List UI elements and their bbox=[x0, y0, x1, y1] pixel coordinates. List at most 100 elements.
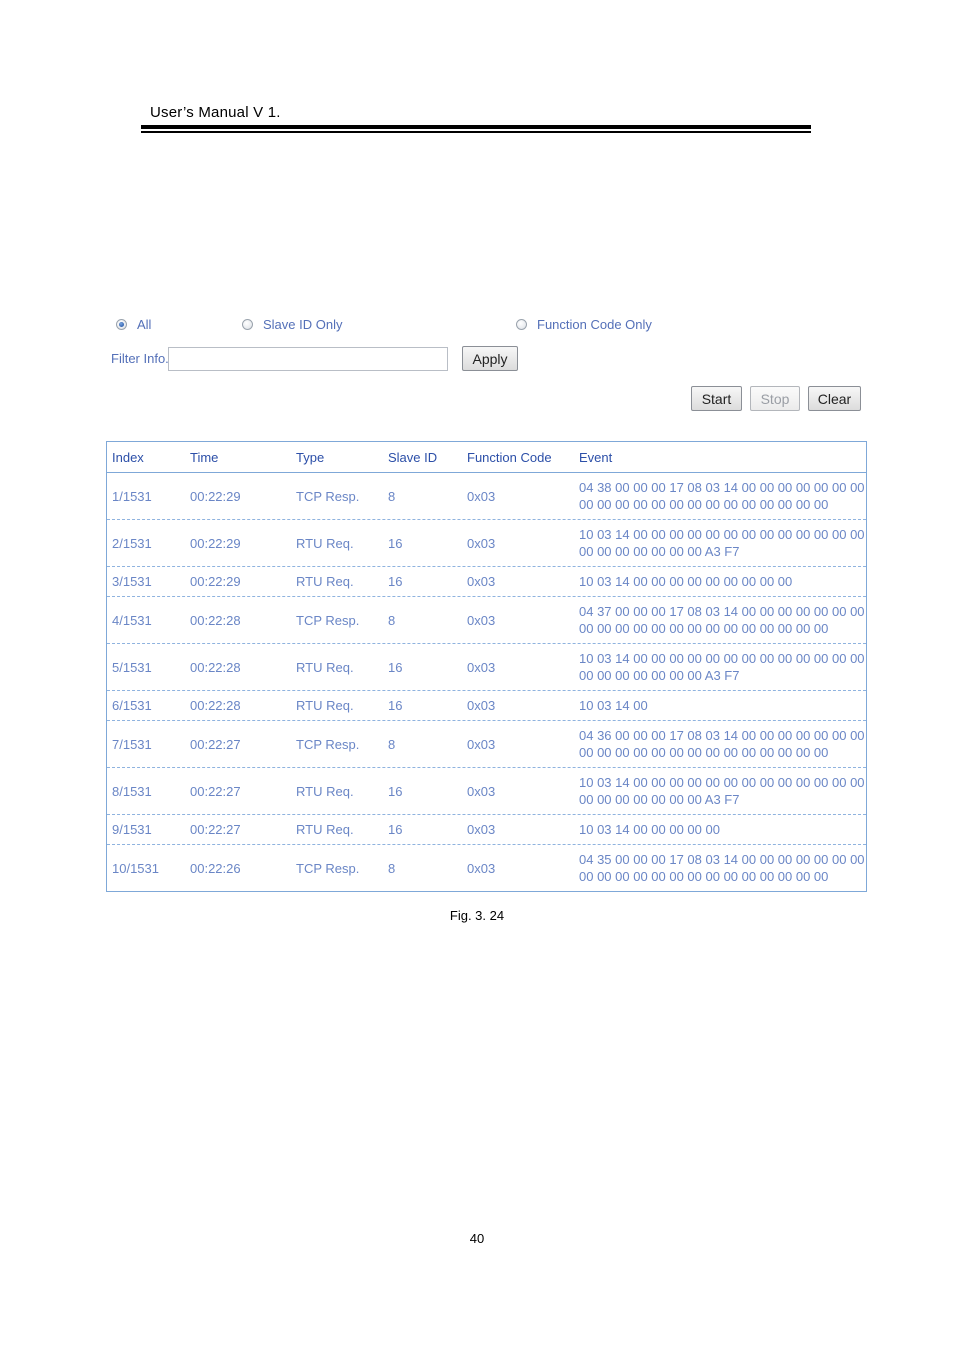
cell-event: 10 03 14 00 bbox=[579, 697, 866, 714]
column-header-index: Index bbox=[112, 449, 144, 465]
table-row: 4/1531 00:22:28 TCP Resp. 8 0x03 04 37 00 00 … bbox=[107, 597, 866, 644]
cell-time: 00:22:28 bbox=[190, 698, 241, 713]
cell-event: 10 03 14 00 00 00 00 00 bbox=[579, 821, 866, 838]
start-button[interactable]: Start bbox=[691, 386, 742, 411]
event-line: 10 03 14 00 00 00 00 00 bbox=[579, 822, 720, 837]
table-row: 8/1531 00:22:27 RTU Req. 16 0x03 10 03 14 00 … bbox=[107, 768, 866, 815]
column-header-event: Event bbox=[579, 449, 613, 465]
cell-index: 10/1531 bbox=[112, 860, 159, 876]
event-line: 10 03 14 00 00 00 00 00 00 00 00 00 bbox=[579, 574, 793, 589]
page-number: 40 bbox=[469, 1231, 485, 1246]
cell-slave-id: 8 bbox=[388, 612, 396, 628]
event-line: 00 00 00 00 00 00 00 A3 F7 bbox=[579, 792, 740, 807]
filter-info-label: Filter Info. bbox=[111, 351, 169, 366]
cell-function-code: 0x03 bbox=[467, 612, 496, 628]
figure-caption: Fig. 3. 24 bbox=[449, 908, 505, 923]
radio-function-code-only[interactable]: Function Code Only bbox=[516, 317, 652, 332]
cell-type: RTU Req. bbox=[296, 822, 354, 837]
radio-function-code-label: Function Code Only bbox=[537, 317, 652, 332]
table-row: 2/1531 00:22:29 RTU Req. 16 0x03 10 03 14 00 … bbox=[107, 520, 866, 567]
table-row: 10/1531 00:22:26 TCP Resp. 8 0x03 04 35 00 00… bbox=[107, 845, 866, 891]
cell-event: 10 03 14 00 00 00 00 00 00 00 00 00 00 0… bbox=[579, 650, 866, 684]
cell-function-code: 0x03 bbox=[467, 860, 496, 876]
cell-event: 04 37 00 00 00 17 08 03 14 00 00 00 00 0… bbox=[579, 603, 866, 637]
cell-event: 10 03 14 00 00 00 00 00 00 00 00 00 00 0… bbox=[579, 774, 866, 808]
radio-all[interactable]: All bbox=[116, 317, 151, 332]
radio-all-label: All bbox=[137, 317, 152, 332]
cell-time: 00:22:26 bbox=[190, 860, 241, 876]
event-line: 10 03 14 00 bbox=[579, 698, 648, 713]
event-log-table: Index Time Type Slave ID Function Code E… bbox=[106, 441, 867, 892]
clear-button[interactable]: Clear bbox=[808, 386, 861, 411]
event-line: 10 03 14 00 00 00 00 00 00 00 00 00 00 0… bbox=[579, 527, 865, 542]
filter-info-input[interactable] bbox=[168, 347, 448, 371]
cell-function-code: 0x03 bbox=[467, 659, 496, 675]
event-line: 04 35 00 00 00 17 08 03 14 00 00 00 00 0… bbox=[579, 852, 865, 867]
cell-index: 9/1531 bbox=[112, 822, 152, 837]
radio-slave-id-indicator[interactable] bbox=[242, 319, 253, 330]
table-header: Index Time Type Slave ID Function Code E… bbox=[107, 442, 866, 473]
cell-time: 00:22:29 bbox=[190, 574, 241, 589]
table-row: 5/1531 00:22:28 RTU Req. 16 0x03 10 03 14 00 … bbox=[107, 644, 866, 691]
apply-button[interactable]: Apply bbox=[462, 346, 518, 371]
header-rule-thick bbox=[141, 125, 811, 129]
cell-index: 2/1531 bbox=[112, 535, 152, 551]
cell-type: RTU Req. bbox=[296, 574, 354, 589]
cell-event: 04 36 00 00 00 17 08 03 14 00 00 00 00 0… bbox=[579, 727, 866, 761]
cell-slave-id: 16 bbox=[388, 535, 403, 551]
cell-index: 6/1531 bbox=[112, 698, 152, 713]
cell-function-code: 0x03 bbox=[467, 574, 496, 589]
cell-type: RTU Req. bbox=[296, 783, 354, 799]
cell-index: 1/1531 bbox=[112, 488, 152, 504]
cell-type: RTU Req. bbox=[296, 535, 354, 551]
cell-event: 10 03 14 00 00 00 00 00 00 00 00 00 bbox=[579, 573, 866, 590]
table-row: 7/1531 00:22:27 TCP Resp. 8 0x03 04 36 00 00 … bbox=[107, 721, 866, 768]
cell-function-code: 0x03 bbox=[467, 822, 496, 837]
cell-event: 04 38 00 00 00 17 08 03 14 00 00 00 00 0… bbox=[579, 479, 866, 513]
cell-type: TCP Resp. bbox=[296, 860, 360, 876]
event-line: 04 38 00 00 00 17 08 03 14 00 00 00 00 0… bbox=[579, 480, 865, 495]
column-header-type: Type bbox=[296, 449, 325, 465]
cell-type: TCP Resp. bbox=[296, 612, 360, 628]
header-rule-thin bbox=[141, 131, 811, 133]
cell-index: 7/1531 bbox=[112, 736, 152, 752]
event-line: 00 00 00 00 00 00 00 A3 F7 bbox=[579, 668, 740, 683]
cell-function-code: 0x03 bbox=[467, 736, 496, 752]
cell-time: 00:22:29 bbox=[190, 488, 241, 504]
cell-type: TCP Resp. bbox=[296, 488, 360, 504]
cell-function-code: 0x03 bbox=[467, 488, 496, 504]
cell-time: 00:22:28 bbox=[190, 659, 241, 675]
page-header-title: User’s Manual V 1. bbox=[150, 104, 281, 121]
event-line: 04 36 00 00 00 17 08 03 14 00 00 00 00 0… bbox=[579, 728, 865, 743]
cell-function-code: 0x03 bbox=[467, 535, 496, 551]
cell-slave-id: 8 bbox=[388, 488, 396, 504]
cell-type: TCP Resp. bbox=[296, 736, 360, 752]
cell-slave-id: 16 bbox=[388, 698, 403, 713]
cell-slave-id: 8 bbox=[388, 736, 396, 752]
cell-time: 00:22:29 bbox=[190, 535, 241, 551]
event-line: 10 03 14 00 00 00 00 00 00 00 00 00 00 0… bbox=[579, 651, 865, 666]
cell-event: 04 35 00 00 00 17 08 03 14 00 00 00 00 0… bbox=[579, 851, 866, 885]
event-line: 04 37 00 00 00 17 08 03 14 00 00 00 00 0… bbox=[579, 604, 865, 619]
table-row: 6/1531 00:22:28 RTU Req. 16 0x03 10 03 14 00 bbox=[107, 691, 866, 721]
cell-slave-id: 16 bbox=[388, 822, 403, 837]
stop-button[interactable]: Stop bbox=[750, 386, 800, 411]
cell-time: 00:22:27 bbox=[190, 783, 241, 799]
cell-slave-id: 16 bbox=[388, 659, 403, 675]
cell-index: 4/1531 bbox=[112, 612, 152, 628]
radio-function-code-indicator[interactable] bbox=[516, 319, 527, 330]
cell-event: 10 03 14 00 00 00 00 00 00 00 00 00 00 0… bbox=[579, 526, 866, 560]
event-line: 10 03 14 00 00 00 00 00 00 00 00 00 00 0… bbox=[579, 775, 865, 790]
cell-time: 00:22:28 bbox=[190, 612, 241, 628]
radio-all-indicator[interactable] bbox=[116, 319, 127, 330]
cell-index: 3/1531 bbox=[112, 574, 152, 589]
radio-slave-id-only[interactable]: Slave ID Only bbox=[242, 317, 342, 332]
column-header-function-code: Function Code bbox=[467, 449, 552, 465]
cell-time: 00:22:27 bbox=[190, 736, 241, 752]
table-row: 1/1531 00:22:29 TCP Resp. 8 0x03 04 38 00 00 … bbox=[107, 473, 866, 520]
column-header-slave-id: Slave ID bbox=[388, 449, 438, 465]
cell-slave-id: 16 bbox=[388, 574, 403, 589]
cell-slave-id: 8 bbox=[388, 860, 396, 876]
event-line: 00 00 00 00 00 00 00 00 00 00 00 00 00 0… bbox=[579, 745, 829, 760]
table-row: 9/1531 00:22:27 RTU Req. 16 0x03 10 03 14 00 … bbox=[107, 815, 866, 845]
